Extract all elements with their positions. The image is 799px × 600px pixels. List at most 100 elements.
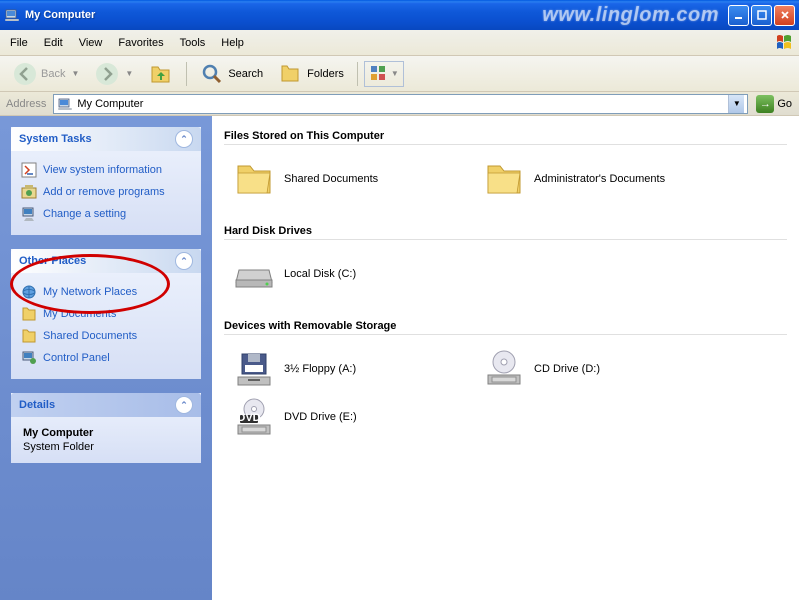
system-tasks-panel: System Tasks ⌃ View system information A… [11,127,201,235]
close-button[interactable] [774,5,795,26]
item-floppy-a[interactable]: 3½ Floppy (A:) [234,345,484,393]
item-local-disk-c[interactable]: Local Disk (C:) [234,250,484,298]
item-admin-documents[interactable]: Administrator's Documents [484,155,734,203]
network-icon [21,284,37,300]
folders-label: Folders [307,68,344,80]
toolbar-separator [357,62,358,86]
hard-drive-icon [234,254,274,294]
toolbar: Back ▼ ▼ Search Folders ▼ [0,56,799,92]
forward-arrow-icon [95,62,119,86]
item-label: DVD Drive (E:) [284,411,357,423]
content-area: Files Stored on This Computer Shared Doc… [212,116,799,600]
window-titlebar: My Computer www.linglom.com [0,0,799,30]
folders-icon [279,62,303,86]
go-arrow-icon: → [756,95,774,113]
address-label: Address [3,98,49,110]
up-button[interactable] [142,58,180,90]
details-body: My Computer System Folder [11,417,201,463]
link-label: View system information [43,164,162,176]
item-label: 3½ Floppy (A:) [284,363,356,375]
dropdown-arrow-icon: ▼ [71,69,79,78]
dropdown-arrow-icon: ▼ [125,69,133,78]
folders-button[interactable]: Folders [272,58,351,90]
menu-edit[interactable]: Edit [36,33,71,53]
back-arrow-icon [13,62,37,86]
link-label: My Documents [43,308,116,320]
item-shared-documents[interactable]: Shared Documents [234,155,484,203]
link-label: Control Panel [43,352,110,364]
dvd-drive-icon: DVD [234,397,274,437]
minimize-button[interactable] [728,5,749,26]
item-label: Administrator's Documents [534,173,665,185]
window-controls [728,5,795,26]
address-field[interactable]: My Computer ▼ [53,94,748,114]
search-label: Search [228,68,263,80]
cd-drive-icon [484,349,524,389]
details-header[interactable]: Details ⌃ [11,393,201,417]
task-change-setting[interactable]: Change a setting [21,203,191,225]
menu-favorites[interactable]: Favorites [110,33,171,53]
panel-body: My Network Places My Documents Shared Do… [11,273,201,379]
link-shared-documents[interactable]: Shared Documents [21,325,191,347]
collapse-icon[interactable]: ⌃ [175,396,193,414]
link-label: Change a setting [43,208,126,220]
item-dvd-drive-e[interactable]: DVD DVD Drive (E:) [234,393,484,441]
system-tasks-header[interactable]: System Tasks ⌃ [11,127,201,151]
my-computer-icon [4,7,20,23]
panel-title: System Tasks [19,133,92,145]
views-icon [369,64,389,84]
menu-tools[interactable]: Tools [172,33,214,53]
go-button[interactable]: → Go [752,94,796,114]
menu-file[interactable]: File [2,33,36,53]
floppy-drive-icon [234,349,274,389]
info-icon [21,162,37,178]
menu-bar: File Edit View Favorites Tools Help [0,30,799,56]
documents-icon [21,306,37,322]
panel-title: Other Places [19,255,86,267]
search-icon [200,62,224,86]
other-places-header[interactable]: Other Places ⌃ [11,249,201,273]
link-network-places[interactable]: My Network Places [21,281,191,303]
other-places-panel: Other Places ⌃ My Network Places My Docu… [11,249,201,379]
folder-icon [484,159,524,199]
toolbar-separator [186,62,187,86]
search-button[interactable]: Search [193,58,270,90]
panel-title: Details [19,399,55,411]
link-control-panel[interactable]: Control Panel [21,347,191,369]
items-removable: 3½ Floppy (A:) CD Drive (D:) DVD DVD Dri… [224,345,787,441]
address-dropdown-button[interactable]: ▼ [728,95,744,113]
item-cd-drive-d[interactable]: CD Drive (D:) [484,345,734,393]
section-files-stored: Files Stored on This Computer [224,126,787,145]
back-label: Back [41,68,65,80]
section-hard-disk: Hard Disk Drives [224,221,787,240]
link-my-documents[interactable]: My Documents [21,303,191,325]
collapse-icon[interactable]: ⌃ [175,130,193,148]
link-label: Add or remove programs [43,186,165,198]
menu-help[interactable]: Help [213,33,252,53]
svg-text:DVD: DVD [237,412,260,424]
items-hdd: Local Disk (C:) [224,250,787,298]
section-removable: Devices with Removable Storage [224,316,787,335]
watermark: www.linglom.com [542,4,719,27]
details-type: System Folder [23,441,189,453]
item-label: Shared Documents [284,173,378,185]
address-bar: Address My Computer ▼ → Go [0,92,799,116]
link-label: My Network Places [43,286,137,298]
go-label: Go [777,98,792,110]
back-button[interactable]: Back ▼ [6,58,86,90]
item-label: CD Drive (D:) [534,363,600,375]
panel-body: View system information Add or remove pr… [11,151,201,235]
programs-icon [21,184,37,200]
address-value: My Computer [77,98,724,110]
task-add-remove-programs[interactable]: Add or remove programs [21,181,191,203]
forward-button[interactable]: ▼ [88,58,140,90]
folder-up-icon [149,62,173,86]
views-button[interactable]: ▼ [364,61,404,87]
collapse-icon[interactable]: ⌃ [175,252,193,270]
task-view-system-info[interactable]: View system information [21,159,191,181]
maximize-button[interactable] [751,5,772,26]
menu-view[interactable]: View [71,33,111,53]
control-panel-icon [21,350,37,366]
details-name: My Computer [23,427,189,439]
main-area: System Tasks ⌃ View system information A… [0,116,799,600]
